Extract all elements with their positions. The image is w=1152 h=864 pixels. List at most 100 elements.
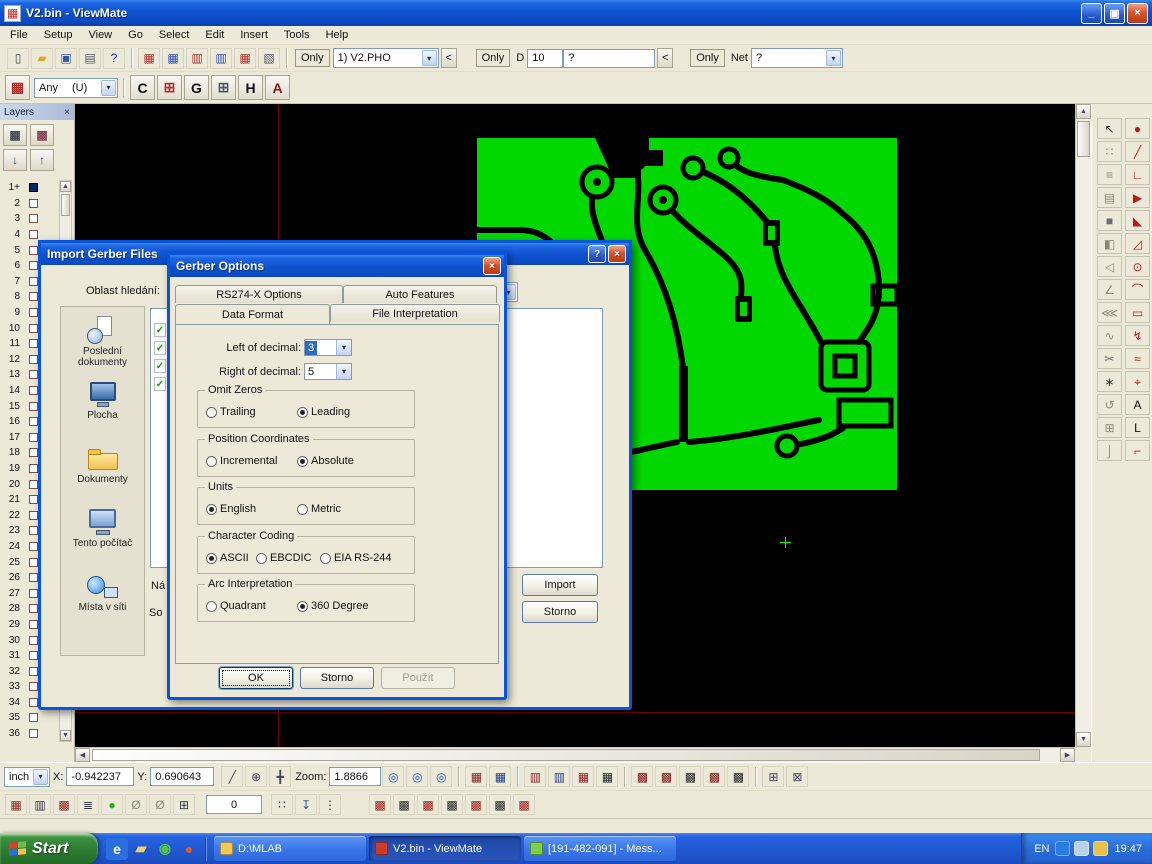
radio-360-degree[interactable] <box>297 601 308 612</box>
grid-toggle-icon[interactable]: ▦ <box>465 766 487 787</box>
layer-visibility-box[interactable] <box>29 292 38 301</box>
anchor-icon[interactable]: ↧ <box>295 794 317 815</box>
move-layer-down-icon[interactable]: ↓ <box>3 149 27 171</box>
previous-layer-button[interactable]: < <box>441 48 457 68</box>
scheduler-tray-icon[interactable] <box>1093 841 1108 856</box>
menu-setup[interactable]: Setup <box>36 27 81 43</box>
save-icon[interactable]: ▣ <box>55 48 77 69</box>
layer-row[interactable]: 35 <box>2 710 60 726</box>
pattern-dark-icon[interactable]: ▩ <box>393 794 415 815</box>
layer-visibility-box[interactable] <box>29 589 38 598</box>
layer-visibility-box[interactable] <box>29 402 38 411</box>
tab-file-interpretation[interactable]: File Interpretation <box>330 304 500 322</box>
menu-view[interactable]: View <box>80 27 120 43</box>
draw-zigzag-icon[interactable]: ↯ <box>1125 325 1150 346</box>
chevron-down-icon[interactable]: ▾ <box>336 364 351 379</box>
horizontal-scroll-thumb[interactable] <box>92 749 1040 761</box>
draw-circle-icon[interactable]: ⊙ <box>1125 256 1150 277</box>
layer-row[interactable]: 3 <box>2 211 60 227</box>
scroll-down-icon[interactable]: ▼ <box>1076 732 1091 747</box>
menu-file[interactable]: File <box>2 27 36 43</box>
internet-explorer-icon[interactable]: e <box>106 838 128 860</box>
layers-stack-icon[interactable]: ≡ <box>1097 164 1122 185</box>
hatch-icon[interactable]: ▤ <box>1097 187 1122 208</box>
draw-arc-icon[interactable]: ⌒ <box>1125 279 1150 300</box>
net-select[interactable]: ? ▾ <box>751 48 843 68</box>
flip-icon[interactable]: ◁ <box>1097 256 1122 277</box>
probe-icon[interactable]: ⌖ <box>1125 371 1150 392</box>
context-help-icon[interactable]: ? <box>103 48 125 69</box>
measure-diagonal-icon[interactable]: ╱ <box>221 766 243 787</box>
set-anchor-icon[interactable]: ╋ <box>269 766 291 787</box>
window-titlebar[interactable]: ▦ V2.bin - ViewMate _ ▣ × <box>0 0 1152 26</box>
layer-visibility-box[interactable] <box>29 511 38 520</box>
layer-visibility-box[interactable] <box>29 464 38 473</box>
layer-row[interactable]: 2 <box>2 196 60 212</box>
cut-icon[interactable]: ✂ <box>1097 348 1122 369</box>
menu-help[interactable]: Help <box>318 27 357 43</box>
place-network[interactable]: Místa v síti <box>61 569 144 633</box>
dimension-icon[interactable]: L <box>1125 417 1150 438</box>
taskbar-task[interactable]: D:\MLAB <box>214 836 366 861</box>
menu-select[interactable]: Select <box>151 27 198 43</box>
draw-rectangle-icon[interactable]: ▭ <box>1125 302 1150 323</box>
menu-go[interactable]: Go <box>120 27 151 43</box>
table-icon[interactable]: ⊞ <box>173 794 195 815</box>
tab-data-format[interactable]: Data Format <box>175 304 330 324</box>
radio-leading[interactable] <box>297 407 308 418</box>
minimize-button[interactable]: _ <box>1081 3 1102 24</box>
menu-insert[interactable]: Insert <box>232 27 276 43</box>
scroll-up-icon[interactable]: ▲ <box>1076 104 1091 119</box>
pattern-dark3-icon[interactable]: ▩ <box>489 794 511 815</box>
layers-scroll-thumb[interactable] <box>61 194 70 216</box>
cell-red2-icon[interactable]: ▩ <box>655 766 677 787</box>
left-of-decimal-select[interactable]: 3 ▾ <box>304 339 352 356</box>
move-layer-up-icon[interactable]: ↑ <box>30 149 54 171</box>
open-folder-icon[interactable]: ▰ <box>31 48 53 69</box>
hook-icon[interactable]: ⌐ <box>1125 440 1150 461</box>
align-icon[interactable]: ⋮ <box>319 794 341 815</box>
taskbar-task[interactable]: V2.bin - ViewMate <box>369 836 521 861</box>
draw-slope-icon[interactable]: ◿ <box>1125 233 1150 254</box>
file-with-check-icon[interactable]: ✓ <box>154 341 166 355</box>
tab-auto-features[interactable]: Auto Features <box>343 285 497 303</box>
green-app-icon[interactable]: ◉ <box>154 838 176 860</box>
tab-rs274-x-options[interactable]: RS274-X Options <box>175 285 343 303</box>
layer-visibility-box[interactable] <box>29 542 38 551</box>
pad-pair-icon[interactable]: ⊞ <box>211 75 236 100</box>
cell-mix-icon[interactable]: ⊞ <box>762 766 784 787</box>
dialog-help-icon[interactable]: ? <box>588 245 606 263</box>
text-tool-icon[interactable]: A <box>1125 394 1150 415</box>
layer-visibility-box[interactable] <box>29 324 38 333</box>
origin-target-icon[interactable]: ⊕ <box>245 766 267 787</box>
cell-mix2-icon[interactable]: ⊠ <box>786 766 808 787</box>
place-recent[interactable]: Poslední dokumenty <box>61 313 144 377</box>
reorder-icon[interactable]: ⋘ <box>1097 302 1122 323</box>
new-document-icon[interactable]: ▯ <box>7 48 29 69</box>
close-button[interactable]: × <box>1127 3 1148 24</box>
radio-ebcdic[interactable] <box>256 553 267 564</box>
aperture-shape-select[interactable]: Any (U) ▾ <box>34 78 118 98</box>
layers-close-icon[interactable]: × <box>64 107 70 118</box>
place-folder[interactable]: Dokumenty <box>61 441 144 505</box>
chevron-down-icon[interactable]: ▾ <box>101 80 116 96</box>
g-code-icon[interactable]: G <box>184 75 209 100</box>
chevron-down-icon[interactable]: ▾ <box>826 50 841 66</box>
highlight-net-icon[interactable]: ● <box>101 794 123 815</box>
dcode-edit-icon[interactable]: ▦ <box>162 48 184 69</box>
filled-rect-icon[interactable]: ■ <box>1097 210 1122 231</box>
import-button[interactable]: Import <box>522 574 598 596</box>
scroll-up-icon[interactable]: ▲ <box>60 181 71 192</box>
dcode-report-icon[interactable]: ▧ <box>258 48 280 69</box>
layer-visibility-box[interactable] <box>29 417 38 426</box>
layer-visibility-box[interactable] <box>29 448 38 457</box>
radio-ascii[interactable] <box>206 553 217 564</box>
file-with-check-icon[interactable]: ✓ <box>154 323 166 337</box>
layer-visibility-box[interactable] <box>29 526 38 535</box>
radio-eia-rs-244[interactable] <box>320 553 331 564</box>
zoom-window-icon[interactable]: ◎ <box>406 766 428 787</box>
ok-button[interactable]: OK <box>219 667 293 689</box>
radio-metric[interactable] <box>297 504 308 515</box>
cell-dark2-icon[interactable]: ▩ <box>727 766 749 787</box>
radio-english[interactable] <box>206 504 217 515</box>
